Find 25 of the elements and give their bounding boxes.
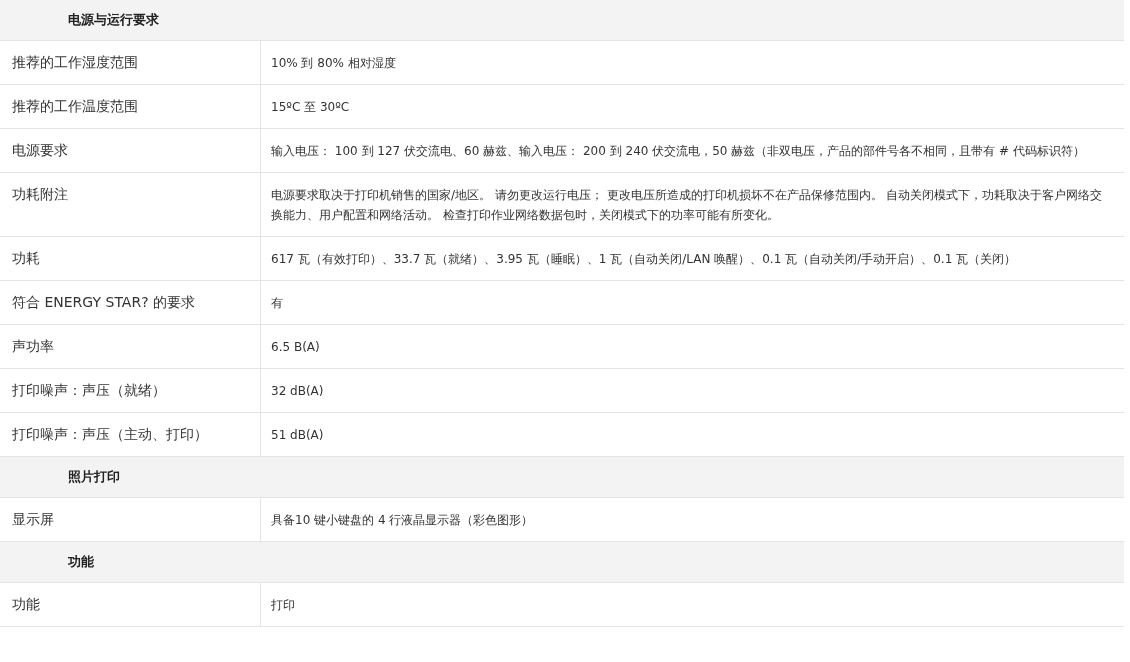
section-title: 电源与运行要求 <box>68 11 159 29</box>
spec-value: 6.5 B(A) <box>270 339 321 356</box>
spec-label: 功耗 <box>0 237 261 280</box>
section-title: 功能 <box>68 553 94 571</box>
spec-label: 符合 ENERGY STAR? 的要求 <box>0 281 261 324</box>
spec-label: 打印噪声：声压（主动、打印） <box>0 413 261 456</box>
spec-value: 32 dB(A) <box>270 383 325 400</box>
spec-label: 打印噪声：声压（就绪） <box>0 369 261 412</box>
spec-label: 声功率 <box>0 325 261 368</box>
spec-value: 电源要求取决于打印机销售的国家/地区。 请勿更改运行电压； 更改电压所造成的打印机损坏不在产品保修范围内。 自动关闭模式下，功耗取决于客户网络交换能力、用户配置和网络活动。 检查打印作业网络数据包时，关闭模式下的功率可能有所变化。 <box>270 187 1104 224</box>
spec-value: 打印 <box>270 597 296 614</box>
spec-label: 推荐的工作温度范围 <box>0 85 261 128</box>
spec-value: 有 <box>270 295 284 312</box>
spec-value: 15ºC 至 30ºC <box>270 99 351 116</box>
spec-value: 617 瓦（有效打印）、33.7 瓦（就绪）、3.95 瓦（睡眠）、1 瓦（自动关闭/LAN 唤醒）、0.1 瓦（自动关闭/手动开启）、0.1 瓦（关闭） <box>270 251 1018 268</box>
spec-value: 具备10 键小键盘的 4 行液晶显示器（彩色图形） <box>270 512 535 529</box>
spec-label: 电源要求 <box>0 129 261 172</box>
spec-value: 10% 到 80% 相对湿度 <box>270 55 397 72</box>
spec-label: 推荐的工作湿度范围 <box>0 41 261 84</box>
spec-label: 显示屏 <box>0 498 261 541</box>
spec-label: 功能 <box>0 583 261 626</box>
spec-label: 功耗附注 <box>0 173 261 236</box>
spec-value: 51 dB(A) <box>270 427 325 444</box>
spec-value: 输入电压： 100 到 127 伏交流电、60 赫兹、输入电压： 200 到 240 伏交流电，50 赫兹（非双电压，产品的部件号各不相同，且带有 # 代码标识符） <box>270 143 1086 160</box>
section-title: 照片打印 <box>68 468 120 486</box>
